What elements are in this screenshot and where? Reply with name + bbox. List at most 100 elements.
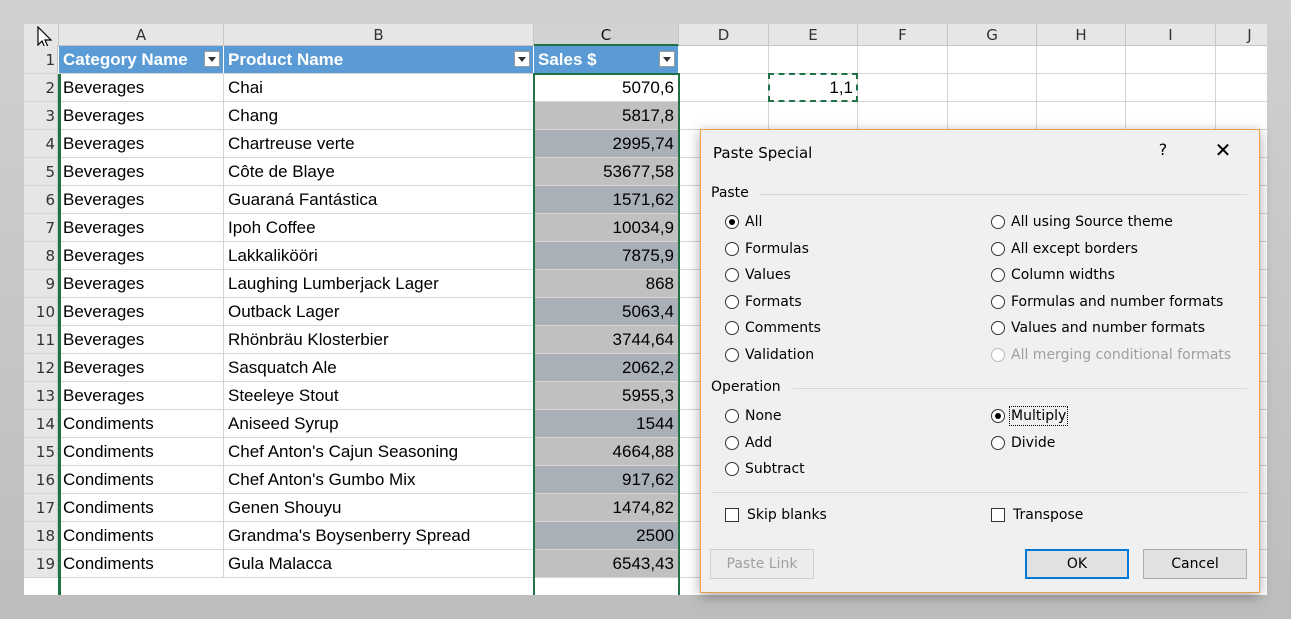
skip-blanks-checkbox[interactable]: Skip blanks <box>725 507 827 523</box>
paste-option-values[interactable]: Values <box>725 267 791 283</box>
category-cell[interactable]: Beverages <box>59 130 224 158</box>
product-cell[interactable]: Côte de Blaye <box>224 158 534 186</box>
paste-option-all-using-source-theme[interactable]: All using Source theme <box>991 214 1173 230</box>
row-header[interactable]: 9 <box>24 270 58 298</box>
product-cell[interactable]: Chef Anton's Cajun Seasoning <box>224 438 534 466</box>
column-header-e[interactable]: E <box>769 24 858 46</box>
category-cell[interactable]: Condiments <box>59 466 224 494</box>
cancel-button[interactable]: Cancel <box>1143 549 1247 579</box>
filter-dropdown-icon[interactable] <box>514 51 530 67</box>
operation-add[interactable]: Add <box>725 435 772 451</box>
row-header[interactable]: 7 <box>24 214 58 242</box>
radio-button[interactable] <box>725 409 739 423</box>
paste-option-validation[interactable]: Validation <box>725 347 814 363</box>
product-cell[interactable]: Steeleye Stout <box>224 382 534 410</box>
row-header[interactable]: 1 <box>24 46 58 74</box>
ok-button[interactable]: OK <box>1025 549 1129 579</box>
radio-button[interactable] <box>725 294 739 309</box>
operation-multiply[interactable]: Multiply <box>991 406 1069 426</box>
category-cell[interactable]: Beverages <box>59 74 224 102</box>
category-cell[interactable]: Beverages <box>59 186 224 214</box>
radio-button[interactable] <box>725 241 739 256</box>
cell[interactable] <box>858 102 948 130</box>
help-icon[interactable]: ? <box>1153 140 1173 159</box>
cell[interactable] <box>858 74 948 102</box>
category-cell[interactable]: Beverages <box>59 326 224 354</box>
radio-button[interactable] <box>725 268 739 282</box>
sales-header[interactable]: Sales $ <box>534 46 679 74</box>
row-header[interactable]: 17 <box>24 494 58 522</box>
radio-button[interactable] <box>725 435 739 450</box>
category-cell[interactable]: Condiments <box>59 410 224 438</box>
cell[interactable] <box>1037 46 1126 74</box>
sales-cell[interactable]: 3744,64 <box>534 326 679 354</box>
row-header[interactable]: 19 <box>24 550 58 578</box>
radio-button[interactable] <box>991 409 1005 423</box>
product-cell[interactable]: Chartreuse verte <box>224 130 534 158</box>
radio-button[interactable] <box>991 215 1005 229</box>
paste-option-comments[interactable]: Comments <box>725 320 821 336</box>
operation-divide[interactable]: Divide <box>991 435 1055 451</box>
radio-button[interactable] <box>991 435 1005 450</box>
row-header[interactable]: 3 <box>24 102 58 130</box>
row-header[interactable]: 6 <box>24 186 58 214</box>
column-header-h[interactable]: H <box>1037 24 1126 46</box>
category-cell[interactable]: Beverages <box>59 298 224 326</box>
sales-cell[interactable]: 1544 <box>534 410 679 438</box>
column-header-j[interactable]: J <box>1216 24 1267 46</box>
category-cell[interactable]: Condiments <box>59 522 224 550</box>
paste-option-column-widths[interactable]: Column widths <box>991 267 1115 283</box>
row-header[interactable]: 5 <box>24 158 58 186</box>
sales-cell[interactable]: 5955,3 <box>534 382 679 410</box>
product-cell[interactable]: Outback Lager <box>224 298 534 326</box>
radio-button[interactable] <box>725 347 739 362</box>
row-header[interactable]: 13 <box>24 382 58 410</box>
row-header[interactable]: 18 <box>24 522 58 550</box>
radio-button[interactable] <box>991 321 1005 335</box>
product-cell[interactable]: Laughing Lumberjack Lager <box>224 270 534 298</box>
close-icon[interactable]: ✕ <box>1211 138 1235 162</box>
radio-button[interactable] <box>725 215 739 229</box>
cell[interactable] <box>1216 102 1267 130</box>
category-cell[interactable]: Beverages <box>59 242 224 270</box>
cell[interactable] <box>1037 102 1126 130</box>
sales-cell[interactable]: 53677,58 <box>534 158 679 186</box>
sales-cell[interactable]: 6543,43 <box>534 550 679 578</box>
category-cell[interactable]: Beverages <box>59 102 224 130</box>
row-header[interactable]: 4 <box>24 130 58 158</box>
sales-cell[interactable]: 10034,9 <box>534 214 679 242</box>
operation-subtract[interactable]: Subtract <box>725 461 805 477</box>
sales-cell[interactable]: 1474,82 <box>534 494 679 522</box>
paste-link-button[interactable]: Paste Link <box>710 549 814 579</box>
cell[interactable] <box>948 46 1037 74</box>
column-header-f[interactable]: F <box>858 24 948 46</box>
cell[interactable] <box>679 46 769 74</box>
category-cell[interactable]: Condiments <box>59 494 224 522</box>
operation-none[interactable]: None <box>725 408 782 424</box>
row-header[interactable]: 11 <box>24 326 58 354</box>
sales-cell[interactable]: 4664,88 <box>534 438 679 466</box>
product-cell[interactable]: Lakkalikööri <box>224 242 534 270</box>
cell[interactable] <box>679 102 769 130</box>
paste-option-formulas-and-number-formats[interactable]: Formulas and number formats <box>991 294 1223 310</box>
cell[interactable] <box>1126 74 1216 102</box>
column-header-i[interactable]: I <box>1126 24 1216 46</box>
row-header[interactable]: 2 <box>24 74 58 102</box>
product-cell[interactable]: Chef Anton's Gumbo Mix <box>224 466 534 494</box>
cell[interactable] <box>1037 74 1126 102</box>
row-header[interactable]: 14 <box>24 410 58 438</box>
category-name-header[interactable]: Category Name <box>59 46 224 74</box>
sales-cell[interactable]: 7875,9 <box>534 242 679 270</box>
radio-button[interactable] <box>725 321 739 335</box>
cell[interactable] <box>1216 46 1267 74</box>
sales-cell[interactable]: 2995,74 <box>534 130 679 158</box>
row-header[interactable]: 15 <box>24 438 58 466</box>
sales-cell[interactable]: 2062,2 <box>534 354 679 382</box>
sales-cell[interactable]: 5063,4 <box>534 298 679 326</box>
sales-cell[interactable]: 5817,8 <box>534 102 679 130</box>
cell[interactable] <box>948 102 1037 130</box>
category-cell[interactable]: Beverages <box>59 214 224 242</box>
sales-cell[interactable]: 1571,62 <box>534 186 679 214</box>
paste-option-all-except-borders[interactable]: All except borders <box>991 241 1138 257</box>
transpose-box[interactable] <box>991 508 1005 522</box>
